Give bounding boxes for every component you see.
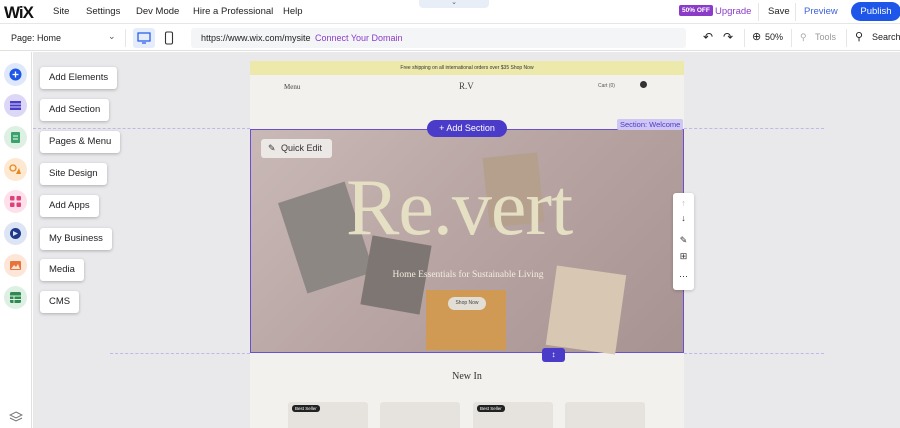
product-card[interactable]: Best Seller: [288, 402, 368, 428]
layout-icon[interactable]: ⊞: [673, 251, 694, 262]
pencil-icon[interactable]: ✎: [673, 235, 694, 246]
cms-icon[interactable]: [4, 286, 27, 309]
divider: [744, 29, 745, 47]
left-rail: [0, 52, 32, 428]
section-label[interactable]: Section: Welcome: [617, 119, 684, 130]
url-bar[interactable]: https://www.wix.com/mysite Connect Your …: [191, 28, 686, 48]
add-section-button[interactable]: Add Section: [40, 99, 110, 121]
layers-icon[interactable]: [8, 410, 24, 428]
section-guide: [110, 353, 250, 354]
wix-logo[interactable]: WiX: [4, 3, 34, 23]
zoom-icon[interactable]: ⊕: [752, 30, 761, 43]
site-preview[interactable]: Free shipping on all international order…: [250, 61, 684, 428]
connect-domain-link[interactable]: Connect Your Domain: [315, 33, 403, 43]
top-bar: WiX Site Settings Dev Mode Hire a Profes…: [0, 0, 900, 24]
divider: [758, 3, 759, 21]
section-side-toolbar: ↑ ↓ ✎ ⊞ ⋯: [673, 193, 694, 290]
divider: [846, 29, 847, 47]
collapse-tab[interactable]: ⌄: [419, 0, 489, 8]
divider: [125, 29, 126, 47]
site-design-icon[interactable]: [4, 158, 27, 181]
new-in-heading[interactable]: New In: [250, 371, 684, 382]
cms-button[interactable]: CMS: [40, 291, 80, 313]
cart-link[interactable]: Cart (0): [598, 83, 615, 89]
add-section-icon[interactable]: [4, 94, 27, 117]
best-seller-badge: Best Seller: [477, 405, 505, 412]
section-guide: [684, 128, 824, 129]
menu-settings[interactable]: Settings: [86, 6, 120, 17]
shop-now-button[interactable]: Shop Now: [448, 297, 486, 310]
hero-title[interactable]: Re.vert: [346, 168, 573, 248]
menu-dev-mode[interactable]: Dev Mode: [136, 6, 179, 17]
section-guide: [33, 128, 250, 129]
desktop-view-button[interactable]: [133, 28, 155, 48]
undo-icon[interactable]: ↶: [703, 30, 713, 44]
section-guide: [684, 353, 824, 354]
hero-subtitle[interactable]: Home Essentials for Sustainable Living: [251, 270, 684, 280]
search-button[interactable]: Search: [872, 32, 900, 42]
site-menu-link[interactable]: Menu: [284, 83, 300, 91]
my-business-button[interactable]: My Business: [40, 228, 112, 250]
tools-button[interactable]: Tools: [815, 32, 836, 42]
chevron-down-icon: ⌄: [451, 0, 457, 6]
zoom-level[interactable]: 50%: [765, 32, 783, 42]
tools-icon[interactable]: ⚲: [800, 32, 807, 43]
page-selector[interactable]: Page: Home: [11, 33, 61, 43]
product-card[interactable]: [565, 402, 645, 428]
media-button[interactable]: Media: [40, 259, 84, 281]
menu-hire-professional[interactable]: Hire a Professional: [193, 6, 273, 17]
mobile-view-button[interactable]: [164, 31, 174, 50]
preview-button[interactable]: Preview: [804, 6, 838, 17]
best-seller-badge: Best Seller: [292, 405, 320, 412]
more-icon[interactable]: ⋯: [673, 271, 694, 282]
pages-menu-button[interactable]: Pages & Menu: [40, 131, 121, 153]
site-design-button[interactable]: Site Design: [40, 163, 107, 185]
menu-help[interactable]: Help: [283, 6, 303, 17]
editor-toolbar: Page: Home ⌄ https://www.wix.com/mysite …: [0, 25, 900, 51]
divider: [791, 29, 792, 47]
product-card[interactable]: Best Seller: [473, 402, 553, 428]
media-icon[interactable]: [4, 254, 27, 277]
site-brand[interactable]: R.V: [459, 81, 474, 91]
site-url: https://www.wix.com/mysite: [201, 33, 311, 43]
add-elements-button[interactable]: Add Elements: [40, 67, 118, 89]
account-icon[interactable]: [640, 81, 647, 88]
menu-site[interactable]: Site: [53, 6, 69, 17]
add-apps-button[interactable]: Add Apps: [40, 195, 99, 217]
search-icon[interactable]: ⚲: [855, 30, 863, 43]
upgrade-link[interactable]: Upgrade: [715, 6, 751, 17]
pencil-icon: ✎: [268, 143, 276, 153]
hero-section[interactable]: Re.vert Home Essentials for Sustainable …: [250, 129, 684, 355]
publish-button[interactable]: Publish: [851, 2, 900, 21]
add-elements-icon[interactable]: [4, 63, 27, 86]
add-section-overlay-button[interactable]: + Add Section: [427, 120, 507, 137]
promo-banner[interactable]: Free shipping on all international order…: [250, 61, 684, 75]
product-card[interactable]: [380, 402, 460, 428]
chevron-down-icon[interactable]: ⌄: [108, 31, 116, 42]
divider: [795, 3, 796, 21]
redo-icon[interactable]: ↷: [723, 30, 733, 44]
save-button[interactable]: Save: [768, 6, 790, 17]
move-up-icon[interactable]: ↑: [673, 198, 694, 208]
mobile-icon: [164, 31, 174, 45]
my-business-icon[interactable]: [4, 222, 27, 245]
pages-menu-icon[interactable]: [4, 126, 27, 149]
add-apps-icon[interactable]: [4, 190, 27, 213]
quick-edit-button[interactable]: ✎ Quick Edit: [261, 139, 332, 158]
move-down-icon[interactable]: ↓: [673, 213, 694, 223]
desktop-icon: [137, 32, 151, 44]
resize-handle-icon[interactable]: ↕: [542, 348, 565, 362]
discount-badge: 50% OFF: [679, 5, 713, 16]
